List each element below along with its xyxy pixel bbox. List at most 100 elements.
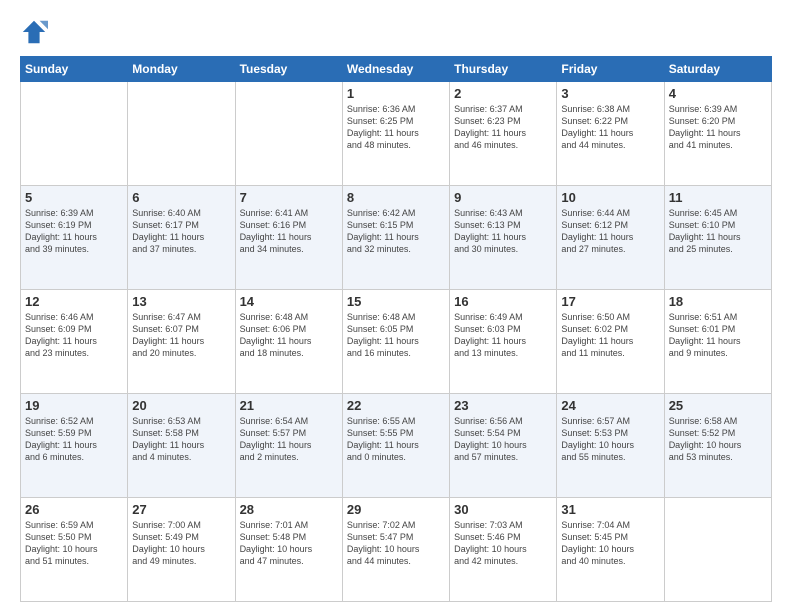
table-row: 30 Sunrise: 7:03 AM Sunset: 5:46 PM Dayli… — [450, 498, 557, 602]
table-row: 18Sunrise: 6:51 AM Sunset: 6:01 PM Dayli… — [664, 290, 771, 394]
col-sunday: Sunday — [21, 57, 128, 82]
day-info: Sunrise: 6:47 AM Sunset: 6:07 PM Dayligh… — [132, 311, 230, 360]
table-row: 7 Sunrise: 6:41 AM Sunset: 6:16 PM Daylig… — [235, 186, 342, 290]
day-number: 18 — [669, 294, 767, 309]
table-row — [235, 82, 342, 186]
table-row: 24Sunrise: 6:57 AM Sunset: 5:53 PM Dayli… — [557, 394, 664, 498]
day-number: 8 — [347, 190, 445, 205]
table-row: 21 Sunrise: 6:54 AM Sunset: 5:57 PM Dayli… — [235, 394, 342, 498]
day-info: Sunrise: 6:36 AM Sunset: 6:25 PM Dayligh… — [347, 103, 445, 152]
day-number: 12 — [25, 294, 123, 309]
day-info: Sunrise: 6:50 AM Sunset: 6:02 PM Dayligh… — [561, 311, 659, 360]
table-row: 17 Sunrise: 6:50 AM Sunset: 6:02 PM Dayli… — [557, 290, 664, 394]
day-info: Sunrise: 6:48 AM Sunset: 6:06 PM Dayligh… — [240, 311, 338, 360]
day-number: 22 — [347, 398, 445, 413]
day-info: Sunrise: 6:42 AM Sunset: 6:15 PM Dayligh… — [347, 207, 445, 256]
logo-icon — [20, 18, 48, 46]
day-number: 30 — [454, 502, 552, 517]
calendar-week-row: 19 Sunrise: 6:52 AM Sunset: 5:59 PM Dayli… — [21, 394, 772, 498]
day-info: Sunrise: 7:03 AM Sunset: 5:46 PM Dayligh… — [454, 519, 552, 568]
day-number: 11 — [669, 190, 767, 205]
col-tuesday: Tuesday — [235, 57, 342, 82]
day-number: 2 — [454, 86, 552, 101]
day-info: Sunrise: 6:53 AM Sunset: 5:58 PM Dayligh… — [132, 415, 230, 464]
day-info: Sunrise: 6:57 AM Sunset: 5:53 PM Dayligh… — [561, 415, 659, 464]
table-row: 13 Sunrise: 6:47 AM Sunset: 6:07 PM Dayli… — [128, 290, 235, 394]
day-info: Sunrise: 6:40 AM Sunset: 6:17 PM Dayligh… — [132, 207, 230, 256]
day-info: Sunrise: 6:43 AM Sunset: 6:13 PM Dayligh… — [454, 207, 552, 256]
calendar-header-row: Sunday Monday Tuesday Wednesday Thursday… — [21, 57, 772, 82]
day-info: Sunrise: 6:49 AM Sunset: 6:03 PM Dayligh… — [454, 311, 552, 360]
day-number: 5 — [25, 190, 123, 205]
col-saturday: Saturday — [664, 57, 771, 82]
day-number: 28 — [240, 502, 338, 517]
day-number: 7 — [240, 190, 338, 205]
day-info: Sunrise: 6:45 AM Sunset: 6:10 PM Dayligh… — [669, 207, 767, 256]
table-row: 15 Sunrise: 6:48 AM Sunset: 6:05 PM Dayli… — [342, 290, 449, 394]
day-number: 17 — [561, 294, 659, 309]
header — [20, 18, 772, 46]
day-info: Sunrise: 7:04 AM Sunset: 5:45 PM Dayligh… — [561, 519, 659, 568]
day-info: Sunrise: 6:37 AM Sunset: 6:23 PM Dayligh… — [454, 103, 552, 152]
day-info: Sunrise: 7:01 AM Sunset: 5:48 PM Dayligh… — [240, 519, 338, 568]
day-info: Sunrise: 6:46 AM Sunset: 6:09 PM Dayligh… — [25, 311, 123, 360]
day-number: 27 — [132, 502, 230, 517]
day-number: 13 — [132, 294, 230, 309]
table-row: 14Sunrise: 6:48 AM Sunset: 6:06 PM Dayli… — [235, 290, 342, 394]
day-info: Sunrise: 7:02 AM Sunset: 5:47 PM Dayligh… — [347, 519, 445, 568]
day-number: 20 — [132, 398, 230, 413]
table-row: 20 Sunrise: 6:53 AM Sunset: 5:58 PM Dayli… — [128, 394, 235, 498]
day-info: Sunrise: 6:38 AM Sunset: 6:22 PM Dayligh… — [561, 103, 659, 152]
page: Sunday Monday Tuesday Wednesday Thursday… — [0, 0, 792, 612]
table-row: 1 Sunrise: 6:36 AM Sunset: 6:25 PM Daylig… — [342, 82, 449, 186]
table-row: 22 Sunrise: 6:55 AM Sunset: 5:55 PM Dayli… — [342, 394, 449, 498]
day-number: 9 — [454, 190, 552, 205]
calendar-week-row: 5 Sunrise: 6:39 AM Sunset: 6:19 PM Daylig… — [21, 186, 772, 290]
day-number: 6 — [132, 190, 230, 205]
table-row: 10Sunrise: 6:44 AM Sunset: 6:12 PM Dayli… — [557, 186, 664, 290]
table-row — [21, 82, 128, 186]
table-row: 3 Sunrise: 6:38 AM Sunset: 6:22 PM Daylig… — [557, 82, 664, 186]
day-info: Sunrise: 6:59 AM Sunset: 5:50 PM Dayligh… — [25, 519, 123, 568]
calendar-table: Sunday Monday Tuesday Wednesday Thursday… — [20, 56, 772, 602]
day-info: Sunrise: 6:55 AM Sunset: 5:55 PM Dayligh… — [347, 415, 445, 464]
table-row — [664, 498, 771, 602]
table-row: 9 Sunrise: 6:43 AM Sunset: 6:13 PM Daylig… — [450, 186, 557, 290]
table-row: 29 Sunrise: 7:02 AM Sunset: 5:47 PM Dayli… — [342, 498, 449, 602]
day-info: Sunrise: 7:00 AM Sunset: 5:49 PM Dayligh… — [132, 519, 230, 568]
day-number: 29 — [347, 502, 445, 517]
table-row: 4Sunrise: 6:39 AM Sunset: 6:20 PM Daylig… — [664, 82, 771, 186]
day-number: 21 — [240, 398, 338, 413]
table-row: 8 Sunrise: 6:42 AM Sunset: 6:15 PM Daylig… — [342, 186, 449, 290]
calendar-week-row: 12 Sunrise: 6:46 AM Sunset: 6:09 PM Dayli… — [21, 290, 772, 394]
table-row: 6 Sunrise: 6:40 AM Sunset: 6:17 PM Daylig… — [128, 186, 235, 290]
day-info: Sunrise: 6:56 AM Sunset: 5:54 PM Dayligh… — [454, 415, 552, 464]
col-thursday: Thursday — [450, 57, 557, 82]
day-info: Sunrise: 6:44 AM Sunset: 6:12 PM Dayligh… — [561, 207, 659, 256]
table-row: 25Sunrise: 6:58 AM Sunset: 5:52 PM Dayli… — [664, 394, 771, 498]
day-info: Sunrise: 6:41 AM Sunset: 6:16 PM Dayligh… — [240, 207, 338, 256]
calendar-week-row: 1 Sunrise: 6:36 AM Sunset: 6:25 PM Daylig… — [21, 82, 772, 186]
day-number: 15 — [347, 294, 445, 309]
day-info: Sunrise: 6:52 AM Sunset: 5:59 PM Dayligh… — [25, 415, 123, 464]
table-row: 16 Sunrise: 6:49 AM Sunset: 6:03 PM Dayli… — [450, 290, 557, 394]
table-row: 11 Sunrise: 6:45 AM Sunset: 6:10 PM Dayli… — [664, 186, 771, 290]
table-row: 23 Sunrise: 6:56 AM Sunset: 5:54 PM Dayli… — [450, 394, 557, 498]
day-number: 3 — [561, 86, 659, 101]
day-info: Sunrise: 6:54 AM Sunset: 5:57 PM Dayligh… — [240, 415, 338, 464]
day-number: 16 — [454, 294, 552, 309]
day-info: Sunrise: 6:58 AM Sunset: 5:52 PM Dayligh… — [669, 415, 767, 464]
col-wednesday: Wednesday — [342, 57, 449, 82]
day-number: 19 — [25, 398, 123, 413]
day-info: Sunrise: 6:48 AM Sunset: 6:05 PM Dayligh… — [347, 311, 445, 360]
day-number: 31 — [561, 502, 659, 517]
table-row: 31 Sunrise: 7:04 AM Sunset: 5:45 PM Dayli… — [557, 498, 664, 602]
day-number: 1 — [347, 86, 445, 101]
day-info: Sunrise: 6:39 AM Sunset: 6:19 PM Dayligh… — [25, 207, 123, 256]
logo — [20, 18, 50, 46]
table-row: 27 Sunrise: 7:00 AM Sunset: 5:49 PM Dayli… — [128, 498, 235, 602]
table-row: 26Sunrise: 6:59 AM Sunset: 5:50 PM Dayli… — [21, 498, 128, 602]
day-number: 23 — [454, 398, 552, 413]
day-number: 4 — [669, 86, 767, 101]
table-row: 5 Sunrise: 6:39 AM Sunset: 6:19 PM Daylig… — [21, 186, 128, 290]
